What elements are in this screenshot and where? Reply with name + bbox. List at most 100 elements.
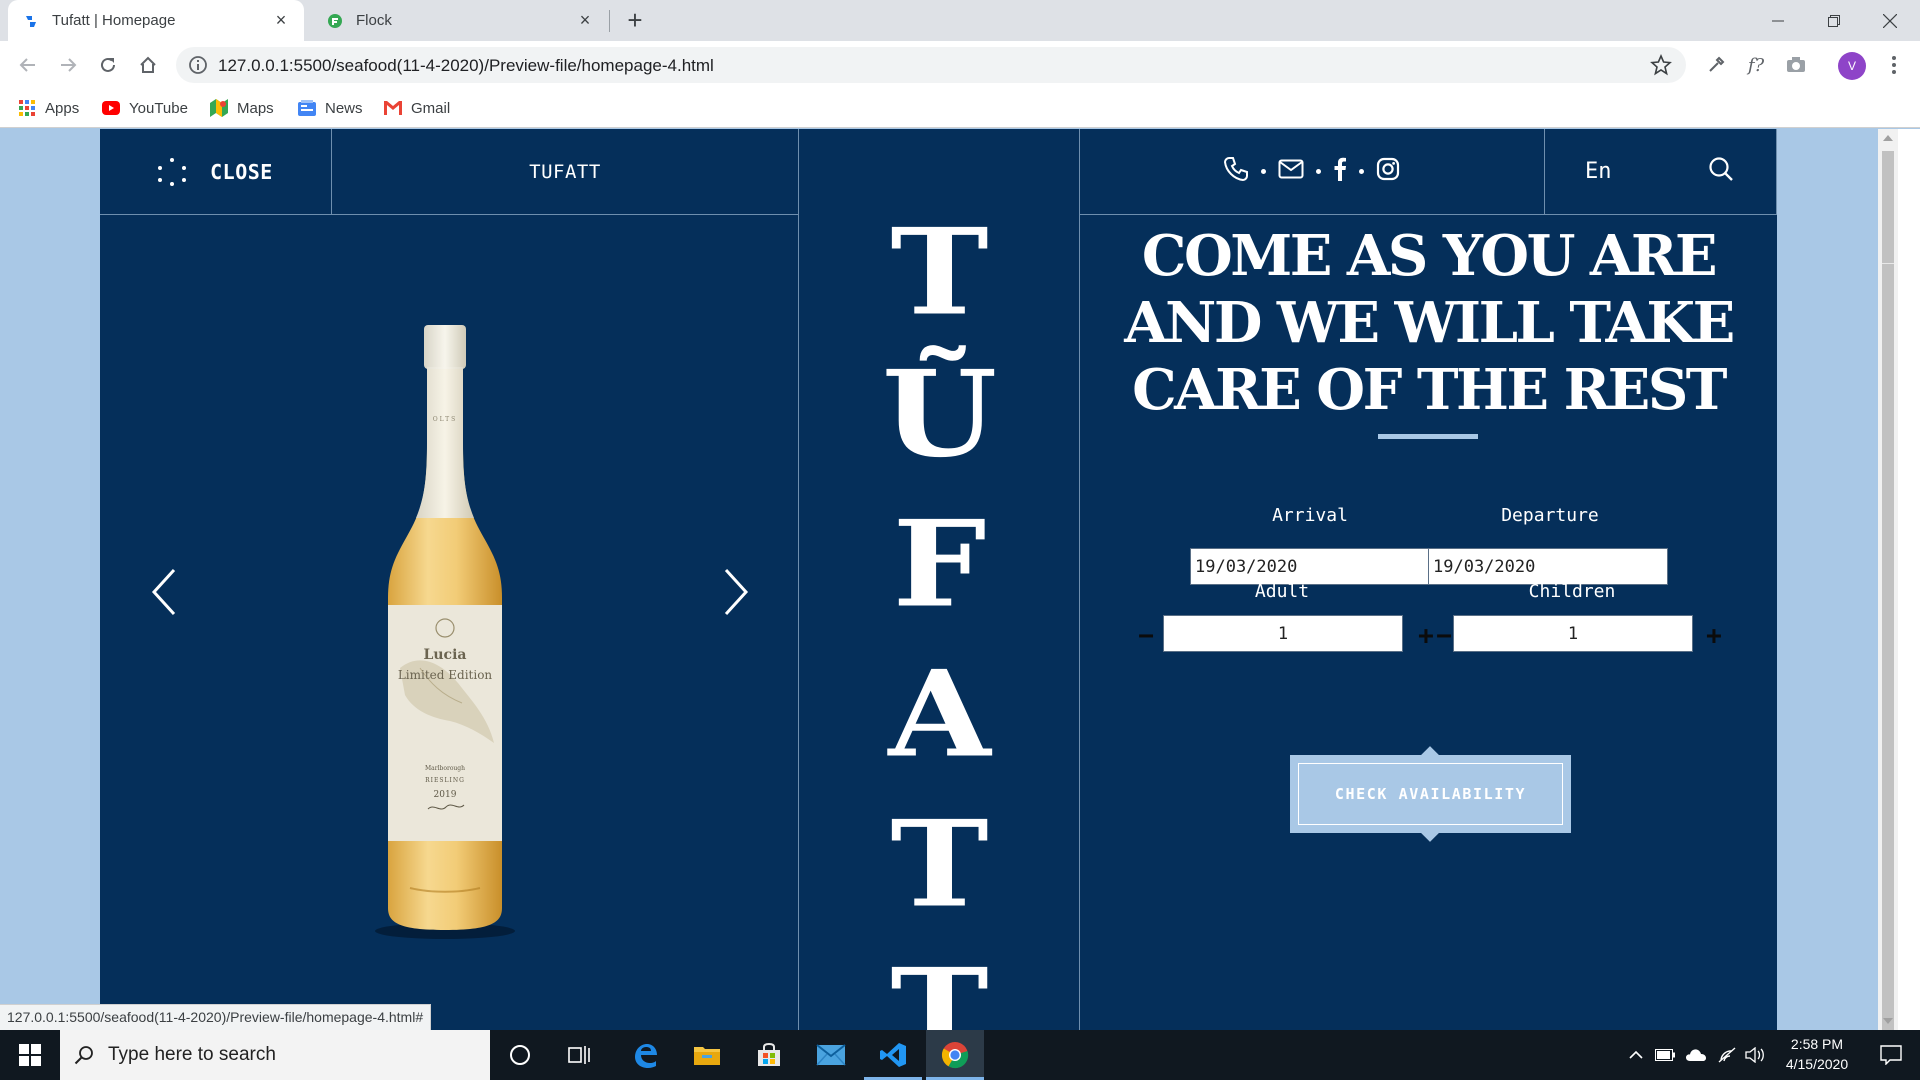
- mail-icon[interactable]: [1278, 159, 1304, 184]
- bookmark-news[interactable]: News: [298, 97, 363, 119]
- slider-next-arrow-icon[interactable]: [714, 566, 754, 618]
- status-bar-url: 127.0.0.1:5500/seafood(11-4-2020)/Previe…: [0, 1004, 432, 1030]
- close-window-button[interactable]: [1862, 0, 1918, 41]
- forward-button[interactable]: [52, 49, 84, 81]
- tufatt-favicon-icon: [22, 12, 40, 30]
- vertical-brand-wordmark: T Ũ F A T T: [799, 129, 1080, 1030]
- taskbar-search-box[interactable]: Type here to search: [60, 1030, 490, 1080]
- bottle-top-label: OLTS: [433, 416, 458, 423]
- task-view-icon[interactable]: [554, 1030, 606, 1080]
- close-label: CLOSE: [210, 159, 273, 184]
- separator-dot: [1261, 169, 1266, 174]
- mail-app-icon[interactable]: [802, 1030, 860, 1080]
- wine-bottle-image: OLTS Lucia Limited Edition Marlborough R…: [370, 323, 520, 943]
- scroll-up-icon[interactable]: [1883, 135, 1893, 141]
- edge-icon[interactable]: [616, 1030, 674, 1080]
- search-icon: [74, 1045, 94, 1065]
- brand-link[interactable]: TUFATT: [332, 129, 799, 215]
- brand-letter: T: [890, 794, 989, 935]
- bookmark-label: YouTube: [129, 99, 188, 117]
- scroll-down-icon[interactable]: [1883, 1018, 1893, 1024]
- children-count-input[interactable]: [1453, 615, 1693, 652]
- slider-prev-arrow-icon[interactable]: [146, 566, 186, 618]
- vscode-icon[interactable]: [864, 1030, 922, 1080]
- store-icon[interactable]: [740, 1030, 798, 1080]
- bookmark-label: Gmail: [411, 99, 451, 117]
- menu-close-button[interactable]: CLOSE: [100, 129, 332, 215]
- button-notch: [1420, 822, 1440, 842]
- scrollbar-track-segment[interactable]: [1882, 263, 1894, 1039]
- tab-close-icon[interactable]: ×: [272, 10, 290, 30]
- adult-count-input[interactable]: [1163, 615, 1403, 652]
- facebook-icon[interactable]: [1333, 157, 1347, 186]
- departure-date-input[interactable]: [1428, 548, 1668, 585]
- bottle-product-name: Lucia: [424, 647, 467, 663]
- children-increment-button[interactable]: +: [1699, 621, 1729, 651]
- restore-button[interactable]: [1806, 0, 1862, 41]
- notifications-icon[interactable]: [1862, 1030, 1920, 1080]
- bottle-edition: Limited Edition: [398, 668, 493, 682]
- browser-tab-strip: Tufatt | Homepage × Flock × +: [0, 0, 1920, 41]
- brand-letter: Ũ: [881, 344, 998, 485]
- scrollbar-thumb[interactable]: [1882, 151, 1894, 263]
- taskbar-date[interactable]: 4/15/2020: [1772, 1056, 1862, 1072]
- eyedropper-extension-icon[interactable]: [1702, 51, 1730, 79]
- instagram-icon[interactable]: [1376, 157, 1400, 186]
- page-right-margin: [1898, 129, 1920, 1030]
- site-info-icon[interactable]: [188, 55, 208, 75]
- booking-panel: COME AS YOU ARE AND WE WILL TAKE CARE OF…: [1080, 215, 1777, 1030]
- new-tab-button[interactable]: +: [622, 7, 648, 34]
- language-selector[interactable]: En: [1585, 159, 1612, 184]
- bookmark-maps[interactable]: Maps: [210, 97, 274, 119]
- adult-decrement-button[interactable]: −: [1131, 621, 1161, 651]
- tab-close-icon[interactable]: ×: [576, 10, 594, 30]
- bookmark-label: Apps: [45, 99, 80, 117]
- windows-taskbar: Type here to search 2:58 PM 4/15/2020: [0, 1030, 1920, 1080]
- cortana-icon[interactable]: [494, 1030, 546, 1080]
- phone-icon[interactable]: [1223, 156, 1249, 187]
- onedrive-icon[interactable]: [1682, 1030, 1710, 1080]
- bottle-variety: RIESLING: [425, 777, 465, 784]
- bookmark-star-icon[interactable]: [1650, 53, 1672, 76]
- arrival-date-input[interactable]: [1190, 548, 1430, 585]
- tab-tufatt-homepage[interactable]: Tufatt | Homepage ×: [8, 0, 304, 41]
- product-slider: OLTS Lucia Limited Edition Marlborough R…: [100, 215, 799, 1030]
- bookmarks-bar: Apps YouTube Maps News Gmail: [0, 88, 1920, 128]
- search-icon[interactable]: [1708, 156, 1734, 188]
- bookmark-label: News: [325, 99, 363, 117]
- separator-dot: [1359, 169, 1364, 174]
- font-extension-icon[interactable]: f?: [1742, 51, 1770, 79]
- page-scrollbar[interactable]: [1878, 129, 1898, 1039]
- battery-icon[interactable]: [1652, 1030, 1678, 1080]
- chrome-icon[interactable]: [926, 1030, 984, 1080]
- brand-letter: A: [888, 644, 991, 785]
- arrival-label: Arrival: [1272, 505, 1348, 526]
- volume-icon[interactable]: [1742, 1030, 1770, 1080]
- gmail-icon: [384, 99, 402, 117]
- adult-label: Adult: [1254, 581, 1310, 602]
- show-hidden-icons-icon[interactable]: [1624, 1030, 1648, 1080]
- bookmark-apps[interactable]: Apps: [18, 97, 79, 119]
- profile-avatar[interactable]: V: [1838, 52, 1866, 80]
- back-button[interactable]: [12, 49, 44, 81]
- contact-links: [1079, 129, 1545, 215]
- news-icon: [298, 99, 316, 117]
- bookmark-gmail[interactable]: Gmail: [384, 97, 450, 119]
- start-button[interactable]: [0, 1030, 60, 1080]
- camera-extension-icon[interactable]: [1782, 51, 1810, 79]
- wifi-icon[interactable]: [1714, 1030, 1740, 1080]
- bookmark-youtube[interactable]: YouTube: [102, 97, 188, 119]
- minimize-button[interactable]: [1750, 0, 1806, 41]
- bottle-year: 2019: [434, 790, 457, 800]
- bottle-region: Marlborough: [425, 765, 465, 772]
- booking-headline: COME AS YOU ARE AND WE WILL TAKE CARE OF…: [1124, 223, 1735, 423]
- taskbar-time[interactable]: 2:58 PM: [1772, 1036, 1862, 1052]
- reload-button[interactable]: [92, 49, 124, 81]
- home-button[interactable]: [132, 49, 164, 81]
- check-availability-button[interactable]: CHECK AVAILABILITY: [1290, 746, 1571, 842]
- browser-menu-icon[interactable]: [1884, 51, 1904, 79]
- file-explorer-icon[interactable]: [678, 1030, 736, 1080]
- address-bar[interactable]: 127.0.0.1:5500/seafood(11-4-2020)/Previe…: [176, 47, 1686, 83]
- tab-flock[interactable]: Flock ×: [312, 0, 608, 41]
- url-text: 127.0.0.1:5500/seafood(11-4-2020)/Previe…: [218, 56, 714, 75]
